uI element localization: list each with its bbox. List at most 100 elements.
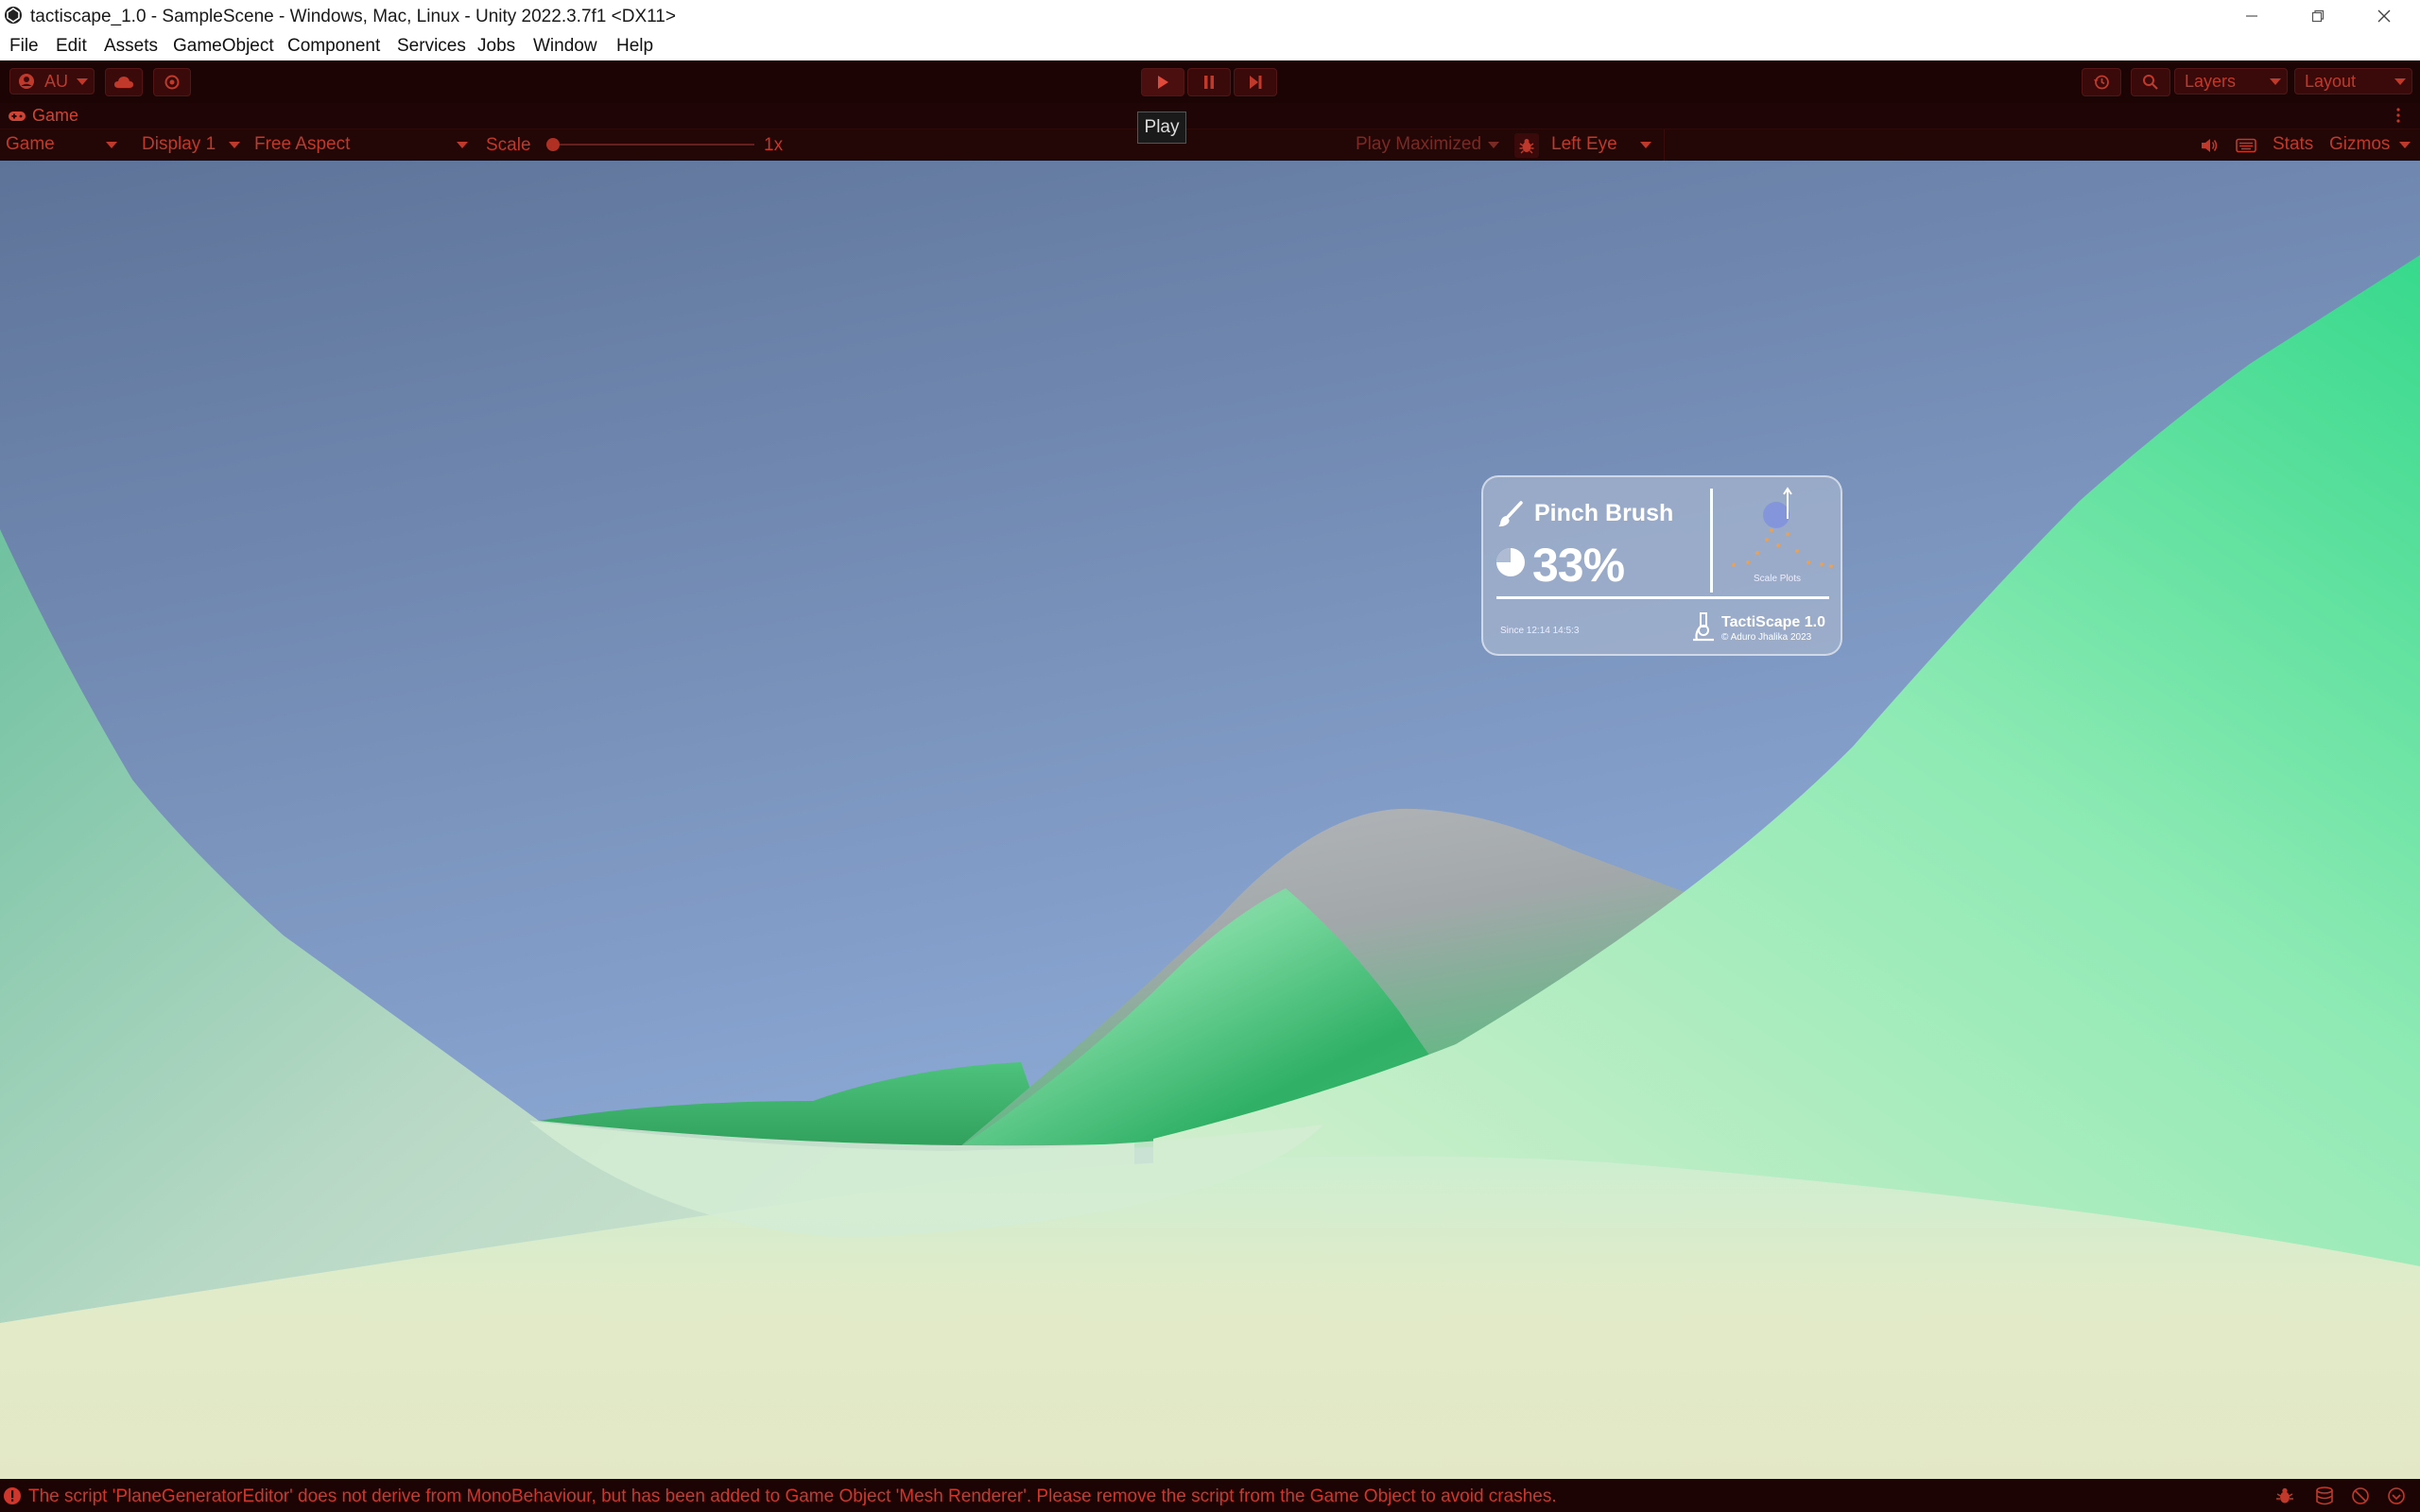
tool-name: Pinch Brush [1534, 500, 1674, 526]
microscope-icon [1693, 612, 1714, 642]
scale-slider-track [546, 144, 754, 146]
hud-brand: TactiScape 1.0 [1721, 614, 1825, 630]
brush-icon [1498, 501, 1523, 527]
undo-history-button[interactable] [2082, 68, 2121, 96]
aspect-select-label: Free Aspect [254, 134, 351, 154]
cache-server-icon[interactable] [2315, 1486, 2336, 1505]
menu-gameobject[interactable]: GameObject [173, 36, 274, 57]
status-bar: The script 'PlaneGeneratorEditor' does n… [0, 1479, 2420, 1512]
chevron-down-icon [2394, 78, 2406, 85]
layout-label: Layout [2305, 71, 2357, 91]
shortcuts-button[interactable] [2233, 134, 2259, 157]
play-button[interactable] [1141, 68, 1184, 96]
minimize-icon [2246, 14, 2257, 17]
menu-file[interactable]: File [9, 36, 39, 57]
display-select[interactable]: Display 1 [142, 130, 246, 159]
minimize-button[interactable] [2220, 0, 2284, 31]
hud-footer-left: Since 12:14 14:5:3 [1500, 626, 1580, 636]
brush-hud-card: Pinch Brush 33% Scale Plots Since 12:14 … [1481, 475, 1842, 656]
layers-dropdown[interactable]: Layers [2174, 68, 2288, 94]
pause-button[interactable] [1187, 68, 1231, 96]
close-button[interactable] [2352, 0, 2416, 31]
close-icon [2377, 9, 2391, 22]
account-dropdown[interactable]: AU [9, 68, 95, 94]
settings-icon [164, 75, 180, 90]
tab-game-label: Game [32, 106, 79, 125]
hud-divider-horizontal [1496, 596, 1829, 599]
cloud-icon [114, 77, 133, 88]
search-button[interactable] [2131, 68, 2170, 96]
game-view-controls: Game Display 1 Free Aspect Scale 1x Play… [0, 129, 2420, 162]
chevron-down-icon [1488, 142, 1499, 148]
step-icon [1250, 76, 1262, 89]
view-select-label: Game [6, 134, 55, 154]
play-tooltip: Play [1137, 112, 1186, 144]
game-viewport[interactable]: Pinch Brush 33% Scale Plots Since 12:14 … [0, 161, 2420, 1479]
play-mode-select[interactable]: Play Maximized [1356, 130, 1505, 159]
unity-logo-icon [5, 7, 22, 24]
scale-value: 1x [764, 135, 784, 155]
chevron-down-icon [2270, 78, 2281, 85]
history-icon [2094, 75, 2109, 90]
chevron-down-icon [457, 142, 468, 148]
progress-status-icon[interactable] [2387, 1486, 2408, 1505]
chevron-down-icon [106, 142, 117, 148]
scale-slider-thumb[interactable] [546, 138, 560, 151]
scale-label: Scale [486, 135, 531, 155]
tab-game[interactable]: Game [8, 106, 78, 126]
account-label: AU [44, 71, 69, 91]
scale-slider[interactable] [546, 135, 754, 154]
chevron-down-icon [1640, 142, 1651, 148]
layout-dropdown[interactable]: Layout [2294, 68, 2412, 94]
hud-divider-vertical [1710, 489, 1713, 593]
main-toolbar: AU Layers Layout [0, 60, 2420, 103]
debug-button[interactable] [1514, 133, 1539, 158]
keyboard-icon [2236, 138, 2256, 153]
step-button[interactable] [1234, 68, 1277, 96]
menu-help[interactable]: Help [616, 36, 653, 57]
collab-button[interactable] [153, 68, 191, 96]
restore-button[interactable] [2286, 0, 2350, 31]
scale-plot-label: Scale Plots [1754, 574, 1802, 584]
brush-percentage: 33% [1532, 539, 1625, 592]
play-mode-label: Play Maximized [1356, 134, 1482, 154]
aspect-select[interactable]: Free Aspect [254, 130, 474, 159]
debug-mode-icon[interactable] [2275, 1486, 2296, 1505]
hud-copyright: © Aduro Jhalika 2023 [1721, 632, 1812, 643]
kebab-menu-icon[interactable] [2395, 106, 2407, 125]
layers-label: Layers [2185, 71, 2237, 91]
console-error-message[interactable]: The script 'PlaneGeneratorEditor' does n… [28, 1486, 1557, 1507]
window-title-bar: tactiscape_1.0 - SampleScene - Windows, … [0, 0, 2420, 31]
menu-jobs[interactable]: Jobs [477, 36, 515, 57]
cloud-button[interactable] [105, 68, 143, 96]
menu-edit[interactable]: Edit [56, 36, 87, 57]
menu-services[interactable]: Services [397, 36, 466, 57]
gizmos-label: Gizmos [2329, 134, 2391, 154]
search-icon [2143, 75, 2158, 90]
chevron-down-icon [229, 142, 240, 148]
play-icon [1158, 76, 1168, 89]
menu-assets[interactable]: Assets [104, 36, 158, 57]
restore-icon [2311, 9, 2325, 22]
eye-select[interactable]: Left Eye [1551, 130, 1657, 159]
menu-window[interactable]: Window [533, 36, 597, 57]
error-icon [4, 1487, 21, 1504]
account-icon [19, 74, 34, 89]
pause-icon [1204, 76, 1214, 89]
pie-progress-icon [1496, 548, 1525, 576]
view-select[interactable]: Game [6, 130, 123, 159]
gizmos-dropdown[interactable]: Gizmos [2329, 130, 2416, 159]
gamepad-icon [9, 111, 26, 121]
auto-generate-lighting-icon[interactable] [2351, 1486, 2372, 1505]
eye-select-label: Left Eye [1551, 134, 1617, 154]
bug-icon [1519, 139, 1534, 154]
terrain-render [0, 161, 2420, 1479]
window-title: tactiscape_1.0 - SampleScene - Windows, … [30, 7, 676, 26]
menu-component[interactable]: Component [287, 36, 380, 57]
chevron-down-icon [77, 78, 88, 85]
stats-button[interactable]: Stats [2273, 134, 2313, 155]
chevron-down-icon [2399, 142, 2411, 148]
mute-audio-button[interactable] [2197, 134, 2221, 157]
toolbar-spacer [1664, 129, 2194, 161]
speaker-icon [2202, 139, 2218, 152]
